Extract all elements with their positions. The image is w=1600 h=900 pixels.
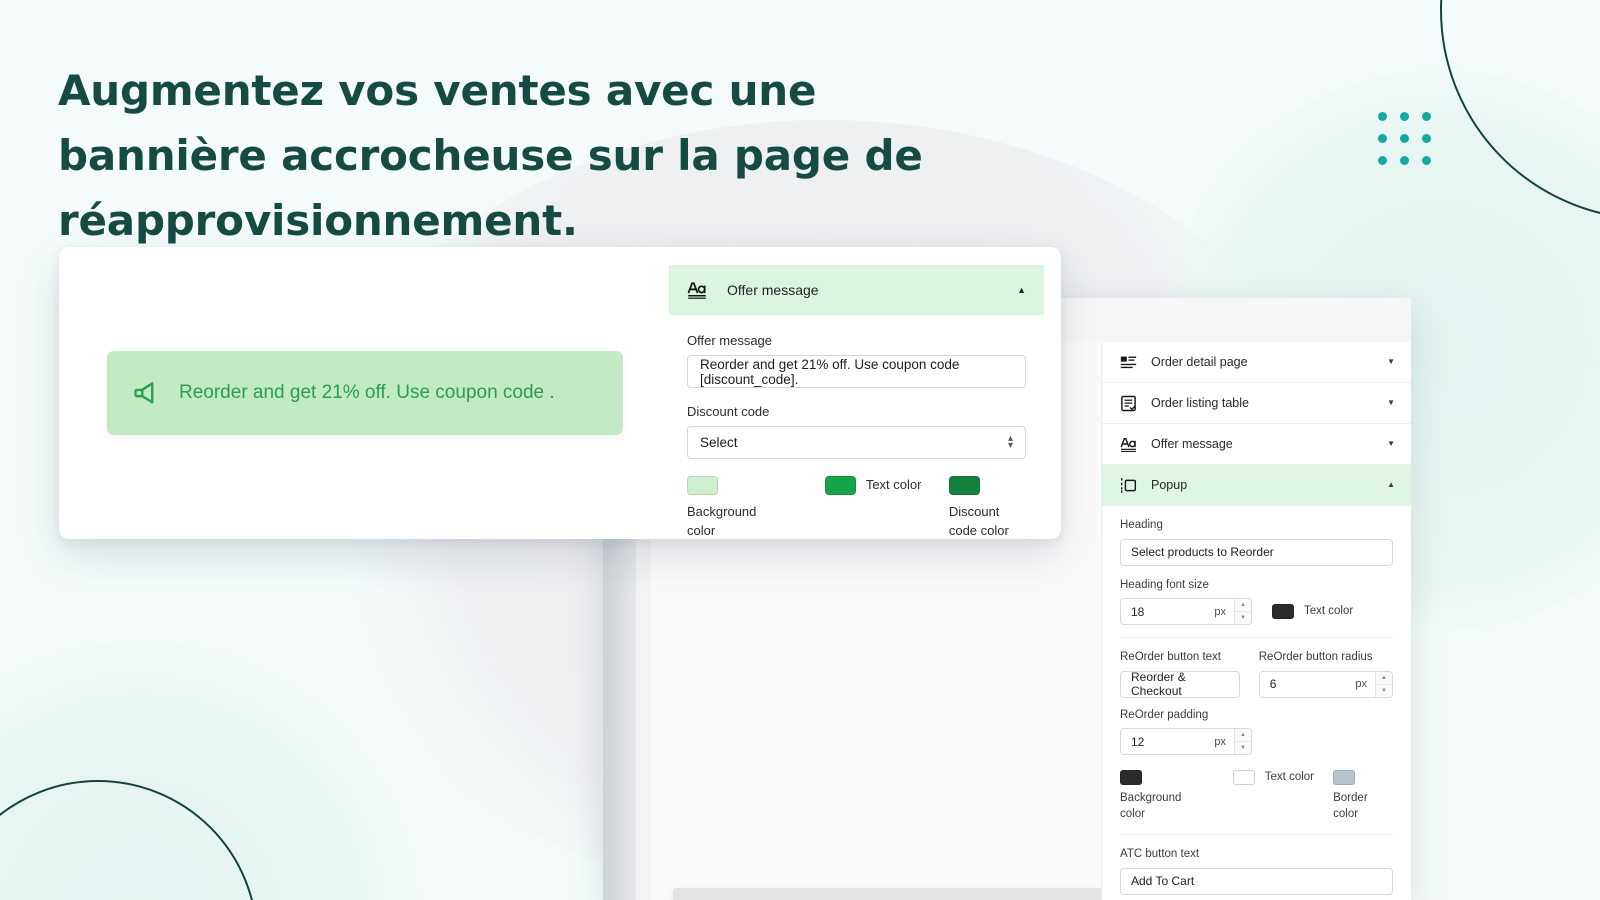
sidebar-item-order-listing-table[interactable]: Order listing table ▼ xyxy=(1102,383,1411,424)
heading-input[interactable]: Select products to Reorder xyxy=(1120,538,1393,566)
stepper-down-icon[interactable]: ▼ xyxy=(1376,685,1392,697)
reorder-button-radius-unit: px xyxy=(1355,678,1367,691)
sidebar-item-label: Popup xyxy=(1151,478,1188,492)
offer-color-swatches: Background color Text color Discount cod… xyxy=(687,476,1026,539)
heading-font-size-input[interactable]: 18 px ▲ ▼ xyxy=(1120,598,1252,626)
floating-feature-card: Reorder and get 21% off. Use coupon code… xyxy=(59,247,1061,539)
heading-label: Heading xyxy=(1120,519,1163,531)
sidebar-item-label: Order detail page xyxy=(1151,355,1248,369)
discount-code-field-label: Discount code xyxy=(687,404,770,419)
heading-text-color-label: Text color xyxy=(1304,604,1354,617)
sidebar-item-offer-message[interactable]: Offer message ▼ xyxy=(1102,424,1411,465)
reorder-background-color-swatch[interactable] xyxy=(1120,770,1142,786)
reorder-padding-unit: px xyxy=(1214,735,1226,748)
offer-message-panel-body: Offer message Reorder and get 21% off. U… xyxy=(669,315,1044,539)
reorder-background-color-label: Background color xyxy=(1120,792,1182,820)
offer-banner-preview: Reorder and get 21% off. Use coupon code… xyxy=(107,351,623,435)
reorder-text-color-label: Text color xyxy=(1264,771,1314,784)
sidebar-item-order-detail-page[interactable]: Order detail page ▼ xyxy=(1102,342,1411,383)
reorder-button-text-label: ReOrder button text xyxy=(1120,651,1221,664)
background-color-label: Background color xyxy=(687,504,757,538)
page-title: Augmentez vos ventes avec une bannière a… xyxy=(58,66,923,246)
popup-settings-body: Heading Select products to Reorder Headi… xyxy=(1102,506,1411,900)
reorder-button-radius-input[interactable]: 6 px ▲ ▼ xyxy=(1258,670,1393,698)
reorder-padding-input[interactable]: 12 px ▲ ▼ xyxy=(1120,728,1252,756)
settings-column: Order detail page ▼ Order listing table … xyxy=(1101,342,1411,900)
chevron-down-icon[interactable]: ▼ xyxy=(1387,358,1395,366)
offer-message-panel-header[interactable]: Offer message ▲ xyxy=(669,265,1044,315)
background-color-field: Background color xyxy=(687,476,825,539)
text-format-icon xyxy=(1120,437,1136,452)
reorder-border-color-label: Border color xyxy=(1333,792,1368,820)
order-detail-icon xyxy=(1120,356,1137,368)
text-color-field: Text color xyxy=(824,476,949,495)
chevron-down-icon[interactable]: ▼ xyxy=(1387,440,1395,448)
reorder-button-radius-value: 6 xyxy=(1269,677,1277,692)
heading-font-size-label: Heading font size xyxy=(1120,578,1209,591)
megaphone-icon xyxy=(134,382,154,404)
text-color-swatch[interactable] xyxy=(824,476,856,495)
sidebar-item-label: Order listing table xyxy=(1151,396,1249,410)
reorder-padding-stepper[interactable]: ▲ ▼ xyxy=(1234,729,1251,755)
popup-preview: Select products to Reorder Big Volume Co… xyxy=(673,888,1119,900)
stepper-down-icon[interactable]: ▼ xyxy=(1235,612,1251,624)
chevron-up-icon[interactable]: ▲ xyxy=(1387,481,1395,489)
select-updown-icon[interactable]: ▴ ▾ xyxy=(1008,434,1013,451)
atc-button-text-label: ATC button text xyxy=(1120,848,1200,861)
discount-code-color-label: Discount code color xyxy=(948,504,1009,538)
reorder-padding-label: ReOrder padding xyxy=(1120,708,1209,721)
stepper-up-icon[interactable]: ▲ xyxy=(1235,599,1251,613)
discount-code-color-swatch[interactable] xyxy=(948,476,980,495)
offer-message-input[interactable]: Reorder and get 21% off. Use coupon code… xyxy=(687,355,1026,388)
divider xyxy=(1120,834,1393,836)
reorder-border-color-swatch[interactable] xyxy=(1333,770,1356,786)
heading-font-size-value: 18 xyxy=(1131,604,1145,619)
heading-font-size-unit: px xyxy=(1214,605,1226,618)
atc-button-text-input[interactable]: Add To Cart xyxy=(1120,867,1393,895)
reorder-button-text-input[interactable]: Reorder & Checkout xyxy=(1120,670,1240,698)
divider xyxy=(1120,637,1393,639)
stepper-down-icon[interactable]: ▼ xyxy=(1235,742,1251,754)
text-color-label: Text color xyxy=(865,477,922,492)
list-check-icon xyxy=(1121,395,1136,411)
offer-message-panel: Offer message ▲ Offer message Reorder an… xyxy=(669,265,1044,539)
heading-font-size-stepper[interactable]: ▲ ▼ xyxy=(1234,599,1251,625)
offer-message-field-label: Offer message xyxy=(687,333,773,348)
chevron-up-icon[interactable]: ▲ xyxy=(1017,285,1026,295)
popup-preview-heading: Select products to Reorder xyxy=(674,889,1118,900)
chevron-down-icon[interactable]: ▼ xyxy=(1387,399,1395,407)
stepper-up-icon[interactable]: ▲ xyxy=(1235,729,1251,743)
reorder-text-color-swatch[interactable] xyxy=(1232,770,1255,786)
offer-banner-text: Reorder and get 21% off. Use coupon code… xyxy=(179,381,555,403)
discount-code-select[interactable]: Select ▴ ▾ xyxy=(687,426,1026,459)
reorder-padding-value: 12 xyxy=(1131,734,1145,749)
discount-code-selected-value: Select xyxy=(700,435,738,450)
offer-message-panel-title: Offer message xyxy=(727,282,819,298)
background-color-swatch[interactable] xyxy=(687,476,718,495)
reorder-button-radius-label: ReOrder button radius xyxy=(1258,651,1373,664)
text-format-icon xyxy=(687,282,706,299)
popup-icon xyxy=(1121,477,1137,493)
heading-text-color-swatch[interactable] xyxy=(1272,604,1294,620)
dot-grid-icon xyxy=(1378,112,1431,165)
reorder-button-radius-stepper[interactable]: ▲ ▼ xyxy=(1375,671,1392,697)
sidebar-item-popup[interactable]: Popup ▲ xyxy=(1102,465,1411,506)
stepper-up-icon[interactable]: ▲ xyxy=(1376,672,1392,685)
sidebar-item-label: Offer message xyxy=(1151,437,1233,451)
discount-code-color-field: Discount code color xyxy=(948,476,1026,539)
